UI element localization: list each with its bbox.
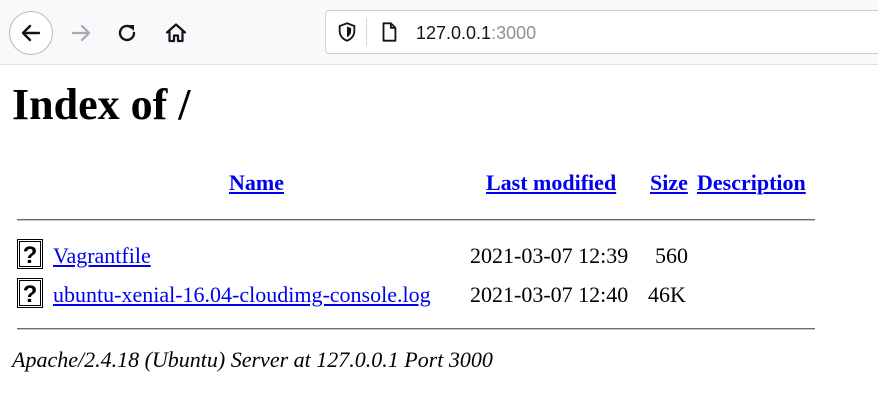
unknown-file-icon: ? [17, 239, 43, 269]
url-text[interactable]: 127.0.0.1:3000 [416, 22, 536, 44]
browser-toolbar: 127.0.0.1:3000 [0, 0, 878, 65]
file-last-modified: 2021-03-07 12:39 [470, 243, 629, 268]
sort-by-last-modified-link[interactable]: Last modified [486, 170, 616, 196]
reload-button[interactable] [106, 12, 148, 54]
shield-icon[interactable] [336, 21, 358, 43]
home-button[interactable] [155, 12, 197, 54]
sort-by-description-link[interactable]: Description [697, 170, 806, 196]
file-size: 46K [648, 282, 686, 307]
sort-by-size-link[interactable]: Size [650, 170, 688, 196]
url-separator [366, 18, 367, 46]
server-signature: Apache/2.4.18 (Ubuntu) Server at 127.0.0… [12, 347, 493, 372]
footer-divider [17, 328, 815, 330]
page-icon[interactable] [378, 21, 400, 43]
forward-arrow-icon [71, 24, 91, 42]
page-content: Index of / Name Last modified Size Descr… [0, 64, 878, 415]
home-icon [165, 23, 187, 43]
list-item: ? Vagrantfile 2021-03-07 12:39 560 [0, 239, 878, 273]
back-button[interactable] [9, 11, 53, 55]
header-divider [17, 219, 815, 221]
back-arrow-icon [21, 24, 41, 42]
list-item: ? ubuntu-xenial-16.04-cloudimg-console.l… [0, 278, 878, 312]
address-bar[interactable]: 127.0.0.1:3000 [325, 10, 878, 54]
svg-text:?: ? [23, 281, 38, 308]
file-link-console-log[interactable]: ubuntu-xenial-16.04-cloudimg-console.log [53, 282, 431, 308]
unknown-file-icon: ? [17, 278, 43, 308]
file-link-vagrantfile[interactable]: Vagrantfile [53, 243, 151, 269]
url-host: 127.0.0.1 [416, 23, 492, 43]
sort-by-name-link[interactable]: Name [229, 170, 284, 196]
forward-button[interactable] [60, 12, 102, 54]
svg-text:?: ? [23, 242, 38, 269]
page-title: Index of / [12, 80, 191, 129]
reload-icon [118, 24, 136, 42]
file-last-modified: 2021-03-07 12:40 [470, 282, 629, 307]
file-size: 560 [655, 243, 688, 268]
url-port: :3000 [491, 23, 537, 43]
